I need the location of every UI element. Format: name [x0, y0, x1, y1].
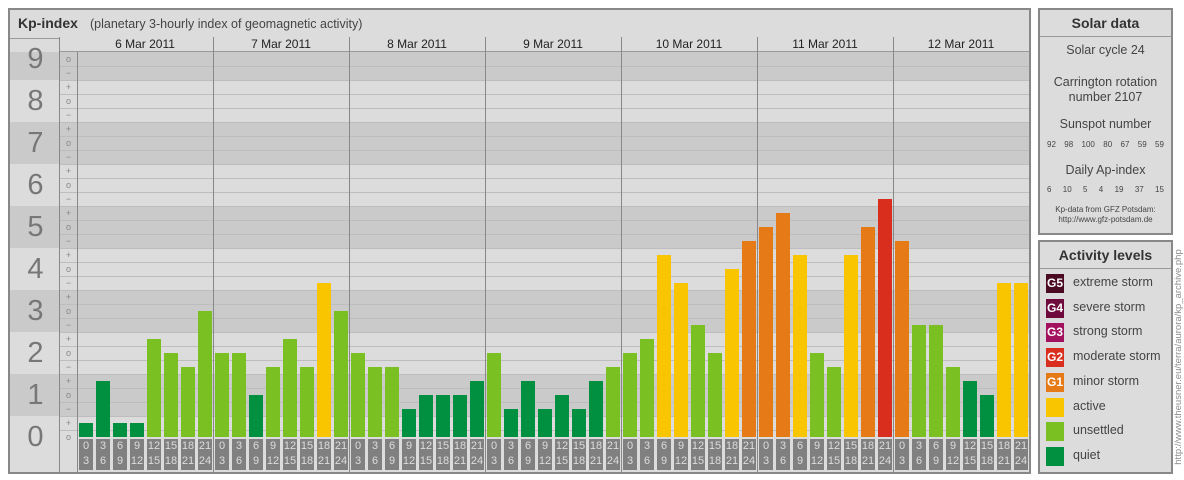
carrington-line2: number 2107: [1068, 90, 1143, 104]
sunspots-value: 92: [1047, 140, 1056, 149]
legend-swatch: [1046, 422, 1064, 442]
sunspots-value: 59: [1155, 140, 1164, 149]
sunspots-value: 98: [1064, 140, 1074, 149]
activity-levels-panel: Activity levels G5 extreme storm G4 severe …: [1038, 240, 1173, 474]
legend-label: minor storm: [1073, 373, 1139, 388]
ap-value: 10: [1062, 185, 1072, 194]
ap-value: 5: [1083, 185, 1088, 194]
ap-value: 37: [1134, 185, 1144, 194]
sunspots-value: 67: [1120, 140, 1130, 149]
sunspots-value: 59: [1137, 140, 1147, 149]
legend-label: strong storm: [1073, 324, 1143, 339]
ap-value: 6: [1047, 185, 1052, 194]
legend-label: unsettled: [1073, 423, 1124, 438]
activity-levels-title: Activity levels: [1040, 242, 1171, 269]
source-line1: Kp-data from GFZ Potsdam:: [1055, 205, 1156, 214]
ap-value: 19: [1114, 185, 1124, 194]
ap-values: 6 10 5 4 19 37 15: [1040, 185, 1171, 194]
sunspot-values: 92 98 100 80 67 59 59: [1040, 140, 1171, 149]
legend-swatch: [1046, 446, 1064, 466]
sunspot-label: Sunspot number: [1059, 117, 1152, 131]
legend-label: extreme storm: [1073, 275, 1153, 289]
source-link[interactable]: http://www.gfz-potsdam.de: [1040, 215, 1171, 224]
legend-swatch: G2: [1046, 348, 1064, 368]
solar-data-title: Solar data: [1040, 10, 1171, 37]
legend-label: moderate storm: [1073, 349, 1161, 364]
carrington-line1: Carrington rotation: [1053, 75, 1158, 89]
legend-swatch: G5: [1046, 274, 1064, 293]
sunspots-value: 80: [1103, 140, 1113, 149]
sunspots-value: 100: [1081, 140, 1095, 149]
ap-value: 15: [1155, 185, 1164, 194]
solar-data-panel: Solar data Solar cycle 24 Carrington rot…: [1038, 8, 1173, 235]
kp-chart-panel: Kp-index (planetary 3-hourly index of ge…: [8, 8, 1031, 474]
ap-value: 4: [1098, 185, 1104, 194]
legend-swatch: G1: [1046, 372, 1064, 392]
chart-header: Kp-index (planetary 3-hourly index of ge…: [10, 10, 1029, 39]
chart-subtitle: (planetary 3-hourly index of geomagnetic…: [90, 17, 363, 31]
legend-label: active: [1073, 398, 1106, 413]
chart-title: Kp-index: [18, 15, 78, 31]
legend-swatch: [1046, 397, 1064, 417]
legend-label: severe storm: [1073, 299, 1146, 314]
credit-url[interactable]: http://www.theusner.eu/terra/aurora/kp_a…: [1173, 240, 1184, 474]
legend-label: quiet: [1073, 447, 1101, 462]
ap-label: Daily Ap-index: [1065, 163, 1146, 177]
solar-cycle: Solar cycle 24: [1066, 43, 1145, 57]
legend-swatch: G3: [1046, 323, 1064, 343]
legend-swatch: G4: [1046, 298, 1064, 318]
